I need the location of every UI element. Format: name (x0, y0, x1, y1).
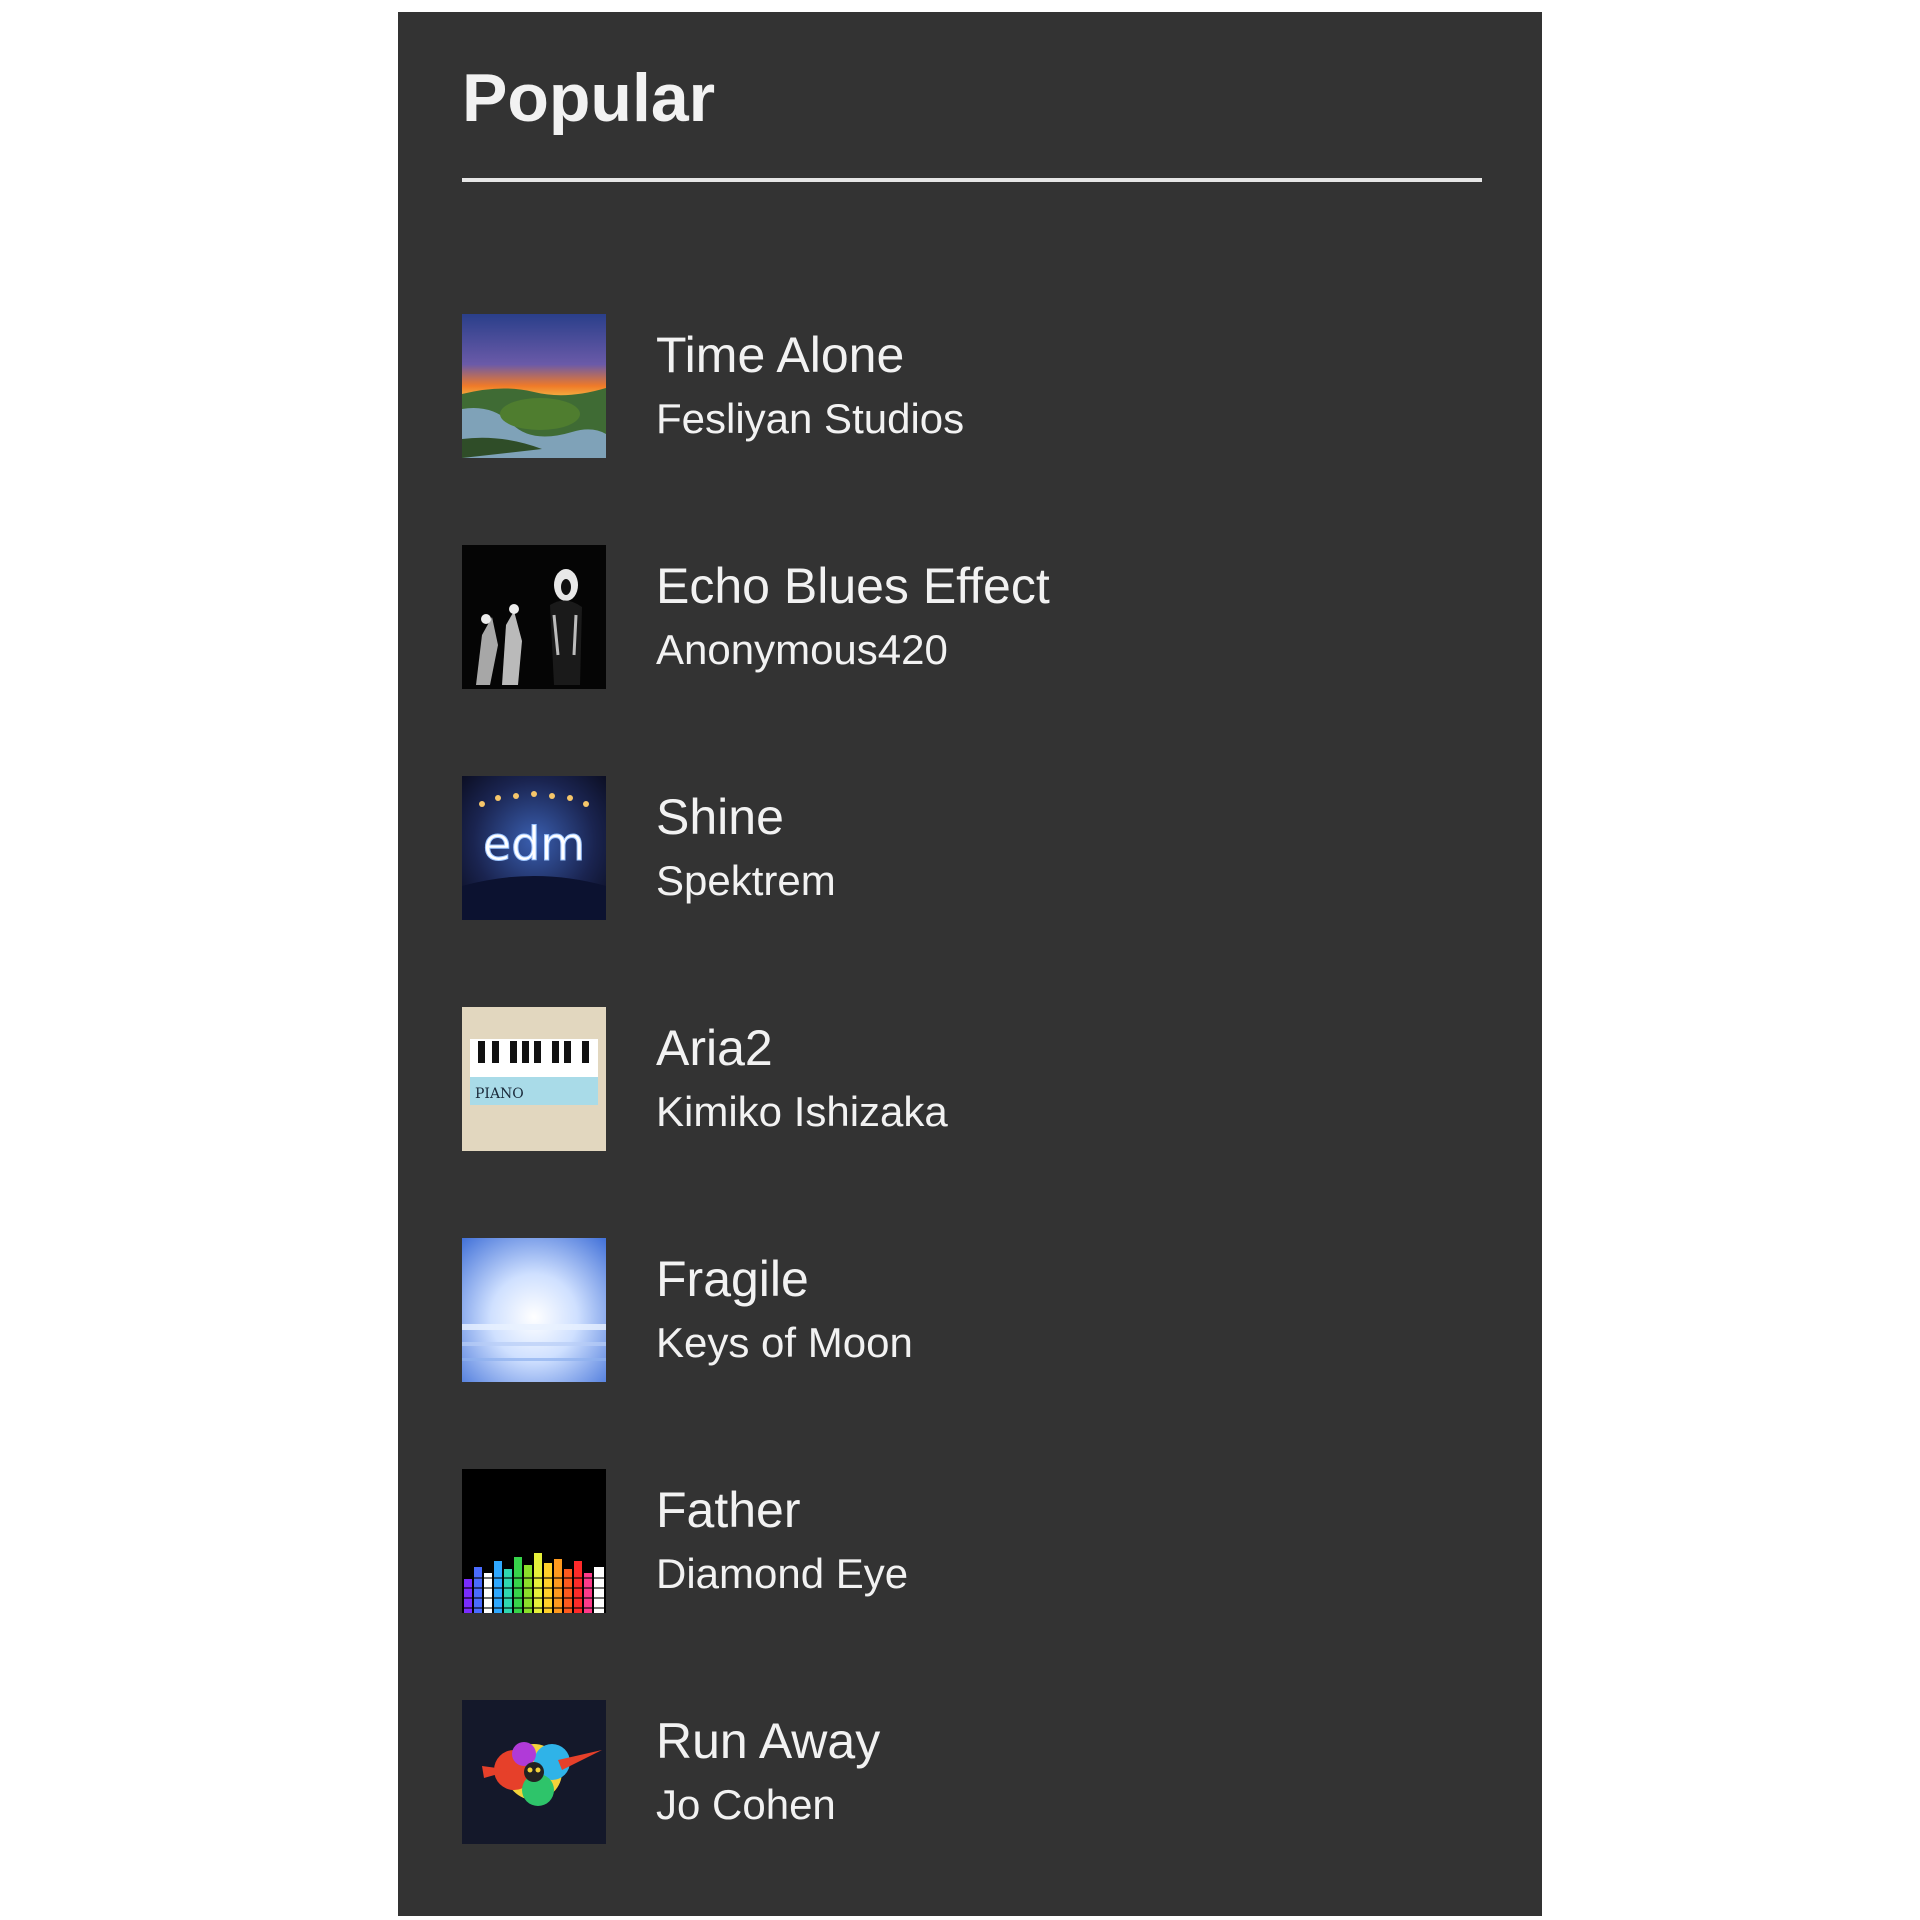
track-artist: Fesliyan Studios (656, 395, 965, 442)
track-item-father[interactable]: Father Diamond Eye (462, 1469, 1482, 1613)
track-artist: Kimiko Ishizaka (656, 1088, 948, 1135)
track-artist: Jo Cohen (656, 1781, 836, 1828)
track-title: Shine (656, 789, 784, 845)
track-title: Time Alone (656, 327, 905, 383)
track-artist: Anonymous420 (656, 626, 948, 673)
track-title: Fragile (656, 1251, 809, 1307)
title-divider (462, 178, 1482, 182)
section-title: Popular (462, 60, 716, 136)
equalizer-bars-icon (462, 1469, 606, 1613)
piano-art-text: PIANO (475, 1086, 524, 1102)
track-artist: Diamond Eye (656, 1550, 909, 1597)
track-item-time-alone[interactable]: Time Alone Fesliyan Studios (462, 314, 1482, 458)
paint-splash-icon (462, 1700, 606, 1844)
track-item-aria2[interactable]: PIANO Aria2 Kimiko Ishizaka (462, 1007, 1482, 1151)
track-item-fragile[interactable]: Fragile Keys of Moon (462, 1238, 1482, 1382)
misty-sea-icon (462, 1238, 606, 1382)
track-artist: Spektrem (656, 857, 836, 904)
track-item-shine[interactable]: edm Shine Spektrem (462, 776, 1482, 920)
piano-keys-icon: PIANO (462, 1007, 606, 1151)
landscape-sunset-icon (462, 314, 606, 458)
track-title: Aria2 (656, 1020, 773, 1076)
dark-figures-icon (462, 545, 606, 689)
edm-logo-text: edm (483, 817, 585, 871)
popular-panel: Popular Time Alone Fesliyan Studios Echo… (398, 12, 1542, 1916)
track-title: Father (656, 1482, 801, 1538)
track-artist: Keys of Moon (656, 1319, 913, 1366)
track-item-echo-blues-effect[interactable]: Echo Blues Effect Anonymous420 (462, 545, 1482, 689)
track-title: Echo Blues Effect (656, 558, 1050, 614)
track-item-run-away[interactable]: Run Away Jo Cohen (462, 1700, 1482, 1844)
edm-logo-icon: edm (462, 776, 606, 920)
track-title: Run Away (656, 1713, 881, 1769)
